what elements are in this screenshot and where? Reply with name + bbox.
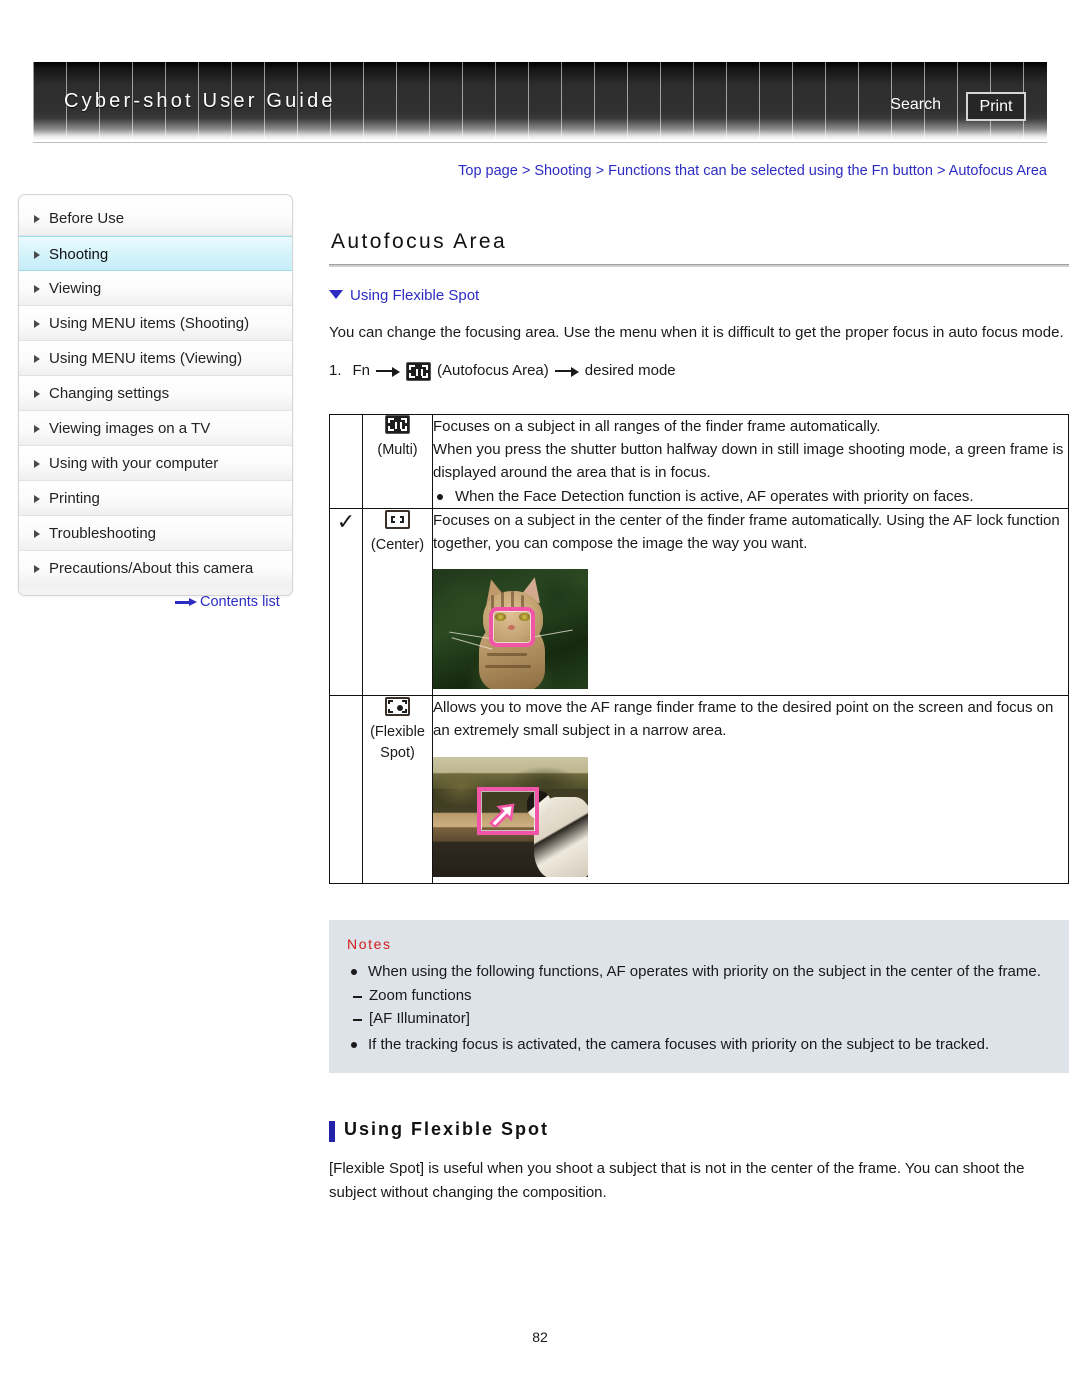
page-number: 82 xyxy=(532,1329,548,1345)
af-frame-indicator xyxy=(489,607,535,648)
cat-face-photo xyxy=(433,569,588,690)
section-body: [Flexible Spot] is useful when you shoot… xyxy=(329,1160,1025,1202)
step-icon-label: (Autofocus Area) xyxy=(437,362,549,380)
sidebar-item-changing-settings[interactable]: Changing settings xyxy=(19,376,292,411)
sidebar-item-troubleshooting[interactable]: Troubleshooting xyxy=(19,516,292,551)
sidebar-item-menu-viewing[interactable]: Using MENU items (Viewing) xyxy=(19,341,292,376)
note-item: If the tracking focus is activated, the … xyxy=(347,1034,1051,1057)
sidebar-item-viewing-on-tv[interactable]: Viewing images on a TV xyxy=(19,411,292,446)
breadcrumb[interactable]: Top page > Shooting > Functions that can… xyxy=(458,163,1047,179)
row-icon-label: (Multi) xyxy=(377,442,418,459)
sidebar-item-label: Precautions/About this camera xyxy=(49,560,254,577)
row-desc-flexible-spot: Allows you to move the AF range finder f… xyxy=(432,695,1069,884)
notes-block: Notes When using the following functions… xyxy=(329,919,1069,1073)
arrow-right-icon xyxy=(554,366,579,377)
scene-photo xyxy=(433,756,588,877)
sidebar-item-label: Troubleshooting xyxy=(49,525,157,542)
note-sub-item: Zoom functions xyxy=(347,985,1051,1008)
af-flexible-spot-icon xyxy=(385,697,410,717)
row-icon-multi: (Multi) xyxy=(362,413,433,510)
note-sub-item: [AF Illuminator] xyxy=(347,1008,1051,1031)
row-check-flexible-spot xyxy=(329,695,363,884)
row-icon-flexible-spot: (Flexible Spot) xyxy=(362,695,433,884)
table-row: (Flexible Spot) Allows you to move the A… xyxy=(329,695,1069,884)
row-icon-label: (Center) xyxy=(370,536,425,553)
page-title: Autofocus Area xyxy=(331,230,508,253)
arrow-right-icon xyxy=(175,597,197,607)
triangle-down-icon xyxy=(329,290,343,299)
table-row: (Multi) Focuses on a subject in all rang… xyxy=(329,413,1069,510)
sidebar-item-before-use[interactable]: Before Use xyxy=(19,201,292,236)
row-desc-multi: Focuses on a subject in all ranges of th… xyxy=(432,413,1069,510)
sidebar-item-label: Using with your computer xyxy=(49,455,219,472)
desc-line: Focuses on a subject in the center of th… xyxy=(433,512,1060,553)
sidebar-item-label: Printing xyxy=(49,490,100,507)
section-heading: Using Flexible Spot xyxy=(329,1119,1069,1142)
sidebar-nav: Before Use Shooting Viewing Using MENU i… xyxy=(18,194,293,596)
row-icon-label-line2: Spot) xyxy=(380,744,415,761)
note-item: When using the following functions, AF o… xyxy=(347,961,1051,984)
sidebar-item-label: Changing settings xyxy=(49,385,170,402)
cat-stripe xyxy=(511,591,514,609)
jump-link-using-flexible-spot[interactable]: Using Flexible Spot xyxy=(329,287,1069,304)
sidebar-item-using-computer[interactable]: Using with your computer xyxy=(19,446,292,481)
step-instruction: 1. Fn (Autofocus Area) desired mode xyxy=(329,360,1069,383)
desc-bullet: When the Face Detection function is acti… xyxy=(433,485,1068,508)
row-check-multi xyxy=(329,413,363,510)
sidebar-item-shooting[interactable]: Shooting xyxy=(19,236,292,271)
sidebar-item-label: Viewing images on a TV xyxy=(49,420,211,437)
row-icon-label-line1: (Flexible xyxy=(370,723,425,740)
cat-stripe xyxy=(485,665,531,669)
row-check-center: ✓ xyxy=(329,508,363,697)
cat-stripe xyxy=(501,591,504,609)
app-header: Cyber-shot User Guide Search Print xyxy=(33,62,1047,140)
desc-line: Focuses on a subject in all ranges of th… xyxy=(433,417,881,435)
step-first-label: Fn xyxy=(352,362,371,380)
sidebar-item-menu-shooting[interactable]: Using MENU items (Shooting) xyxy=(19,306,292,341)
arrow-right-icon xyxy=(376,366,401,377)
sidebar-item-label: Using MENU items (Shooting) xyxy=(49,315,250,332)
sidebar-item-label: Viewing xyxy=(49,280,102,297)
table-row: ✓ (Center) Focuses on a subject in the c… xyxy=(329,508,1069,697)
sidebar-item-label: Before Use xyxy=(49,210,125,227)
title-divider xyxy=(329,264,1069,267)
sidebar-item-label: Using MENU items (Viewing) xyxy=(49,350,243,367)
sidebar-item-label: Shooting xyxy=(49,246,109,263)
step-last-label: desired mode xyxy=(584,362,676,380)
print-button[interactable]: Print xyxy=(966,92,1026,121)
sidebar-item-precautions[interactable]: Precautions/About this camera xyxy=(19,551,292,586)
af-multi-icon xyxy=(385,415,410,435)
search-button[interactable]: Search xyxy=(890,96,941,114)
main-content: Autofocus Area Using Flexible Spot You c… xyxy=(329,194,1069,1221)
row-icon-center: (Center) xyxy=(362,508,433,697)
sidebar-item-printing[interactable]: Printing xyxy=(19,481,292,516)
cursor-arrow-icon xyxy=(489,803,515,827)
contents-list-label: Contents list xyxy=(200,594,280,610)
desc-line: When you press the shutter button halfwa… xyxy=(433,440,1064,481)
af-multi-icon xyxy=(406,362,432,382)
autofocus-area-table: (Multi) Focuses on a subject in all rang… xyxy=(329,413,1069,884)
app-title: Cyber-shot User Guide xyxy=(64,90,336,112)
jump-link-label: Using Flexible Spot xyxy=(350,287,480,304)
step-number: 1. xyxy=(329,362,342,380)
row-desc-center: Focuses on a subject in the center of th… xyxy=(432,508,1069,697)
sidebar-item-viewing[interactable]: Viewing xyxy=(19,271,292,306)
desc-line: Allows you to move the AF range finder f… xyxy=(433,699,1054,740)
contents-list-link[interactable]: Contents list xyxy=(175,594,280,610)
cat-stripe xyxy=(487,653,527,657)
header-divider xyxy=(33,142,1047,143)
notes-title: Notes xyxy=(347,935,392,952)
intro-paragraph: You can change the focusing area. Use th… xyxy=(329,324,1064,341)
af-center-icon xyxy=(385,509,410,529)
